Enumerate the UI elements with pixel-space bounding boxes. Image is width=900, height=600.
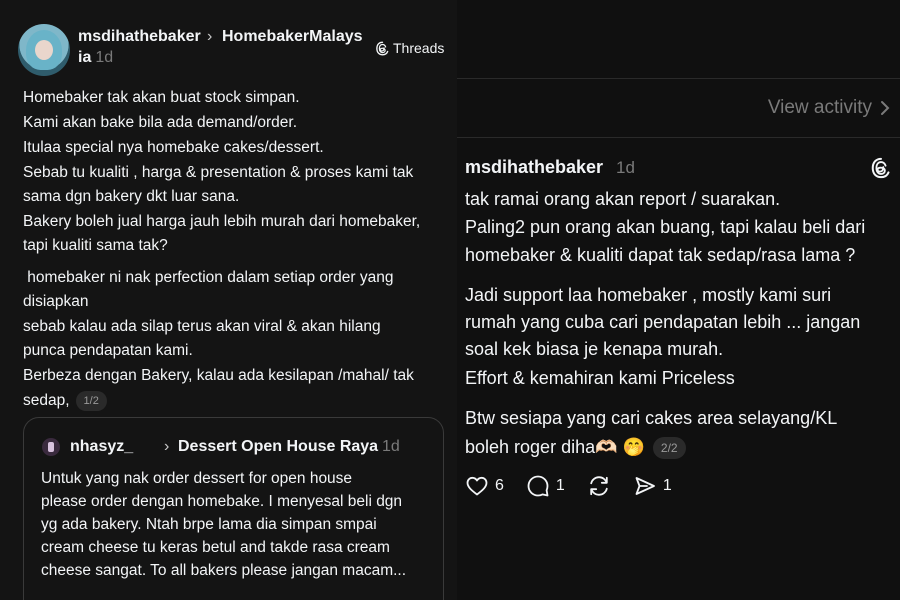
quoted-line: cheese sangat. To all bakers please jang…	[41, 562, 407, 579]
share-count: 1	[662, 477, 672, 494]
post-line: Sebab tu kualiti , harga & presentation …	[23, 164, 414, 181]
heart-icon	[466, 476, 488, 496]
quoted-line: Untuk yang nak order dessert for open ho…	[41, 470, 353, 487]
share-button[interactable]: 1	[633, 474, 672, 498]
repost-button[interactable]	[587, 474, 611, 498]
avatar[interactable]	[42, 438, 60, 456]
community-name-continued[interactable]: ia	[78, 49, 91, 66]
post-last-line: sedap, 1/2	[23, 389, 107, 413]
quoted-line: please order dengan homebake. I menyesal…	[41, 493, 403, 510]
post-line: soal kek biasa je kenapa murah.	[465, 339, 724, 359]
post-line: homebaker & kualiti dapat tak sedap/rasa…	[465, 245, 856, 265]
right-post-panel: View activity msdihathebaker 1d tak rama…	[457, 0, 900, 600]
like-button[interactable]: 6	[465, 474, 504, 498]
divider	[457, 137, 900, 138]
quoted-post-card[interactable]: nhasyz_ › Dessert Open House Raya 1d Unt…	[23, 417, 444, 600]
avatar[interactable]	[18, 24, 70, 76]
post-line: Paling2 pun orang akan buang, tapi kalau…	[465, 217, 866, 237]
threads-logo-icon	[376, 41, 389, 55]
post-line: disiapkan	[23, 293, 89, 310]
chevron-right-icon	[881, 101, 890, 115]
reply-button[interactable]: 1	[526, 474, 565, 498]
page-indicator: 1/2	[75, 390, 107, 411]
chevron-right-icon: ›	[207, 28, 213, 45]
like-count: 6	[495, 477, 504, 494]
post-line: Homebaker tak akan buat stock simpan.	[23, 89, 300, 106]
post-line: sama dgn bakery dkt luar sana.	[23, 188, 240, 205]
quoted-line: cream cheese tu keras betul and takde ra…	[41, 539, 390, 556]
avatar-face	[35, 40, 53, 60]
post-line: boleh roger diha🫶🏻 🤭	[465, 437, 645, 457]
header-line-2: ia 1d	[78, 49, 113, 67]
page-indicator: 2/2	[652, 437, 686, 460]
quoted-username[interactable]: nhasyz_	[70, 438, 133, 456]
quoted-text: Untuk yang nak order dessert for open ho…	[41, 467, 436, 582]
chevron-right-icon: ›	[164, 438, 170, 455]
post-line: sebab kalau ada silap terus akan viral &…	[23, 318, 381, 335]
reply-count: 1	[555, 477, 565, 494]
community-name[interactable]: HomebakerMalays	[222, 28, 363, 46]
post-line: tapi kualiti sama tak?	[23, 237, 168, 254]
quoted-time: 1d	[382, 438, 400, 455]
post-line: tak ramai orang akan report / suarakan.	[465, 189, 781, 209]
threads-label: Threads	[393, 40, 445, 56]
post-username[interactable]: msdihathebaker	[78, 28, 201, 46]
threads-logo-icon[interactable]	[870, 157, 892, 179]
view-activity-link[interactable]: View activity	[768, 97, 890, 119]
post-line: Berbeza dengan Bakery, kalau ada kesilap…	[23, 367, 414, 384]
quoted-community-name[interactable]: Dessert Open House Raya	[178, 438, 378, 456]
post-line: homebaker ni nak perfection dalam setiap…	[23, 269, 394, 286]
action-bar: 6 1 1	[465, 474, 694, 498]
post-last-line: boleh roger diha🫶🏻 🤭 2/2	[465, 434, 686, 461]
post-line: Effort & kemahiran kami Priceless	[465, 368, 735, 388]
post-line: Btw sesiapa yang cari cakes area selayan…	[465, 408, 838, 428]
post-time: 1d	[95, 49, 114, 66]
view-activity-label: View activity	[767, 97, 872, 118]
comment-icon	[527, 475, 549, 497]
post-username[interactable]: msdihathebaker	[465, 157, 603, 178]
send-icon	[635, 477, 655, 495]
post-line: sedap,	[23, 392, 70, 409]
divider	[457, 78, 900, 79]
threads-badge[interactable]: Threads	[375, 40, 444, 56]
left-post-panel: msdihathebaker › HomebakerMalays ia 1d Th…	[0, 0, 457, 600]
post-line: punca pendapatan kami.	[23, 342, 193, 359]
post-line: rumah yang cuba cari pendapatan lebih ..…	[465, 312, 861, 332]
post-line: Bakery boleh jual harga jauh lebih murah…	[23, 213, 421, 230]
quoted-line: yg ada bakery. Ntah brpe lama dia simpan…	[41, 516, 377, 533]
repost-icon	[590, 476, 608, 496]
post-line: Jadi support laa homebaker , mostly kami…	[465, 285, 832, 305]
post-line: Itulaa special nya homebake cakes/desser…	[23, 139, 324, 156]
post-time: 1d	[616, 158, 635, 177]
post-line: Kami akan bake bila ada demand/order.	[23, 114, 298, 131]
